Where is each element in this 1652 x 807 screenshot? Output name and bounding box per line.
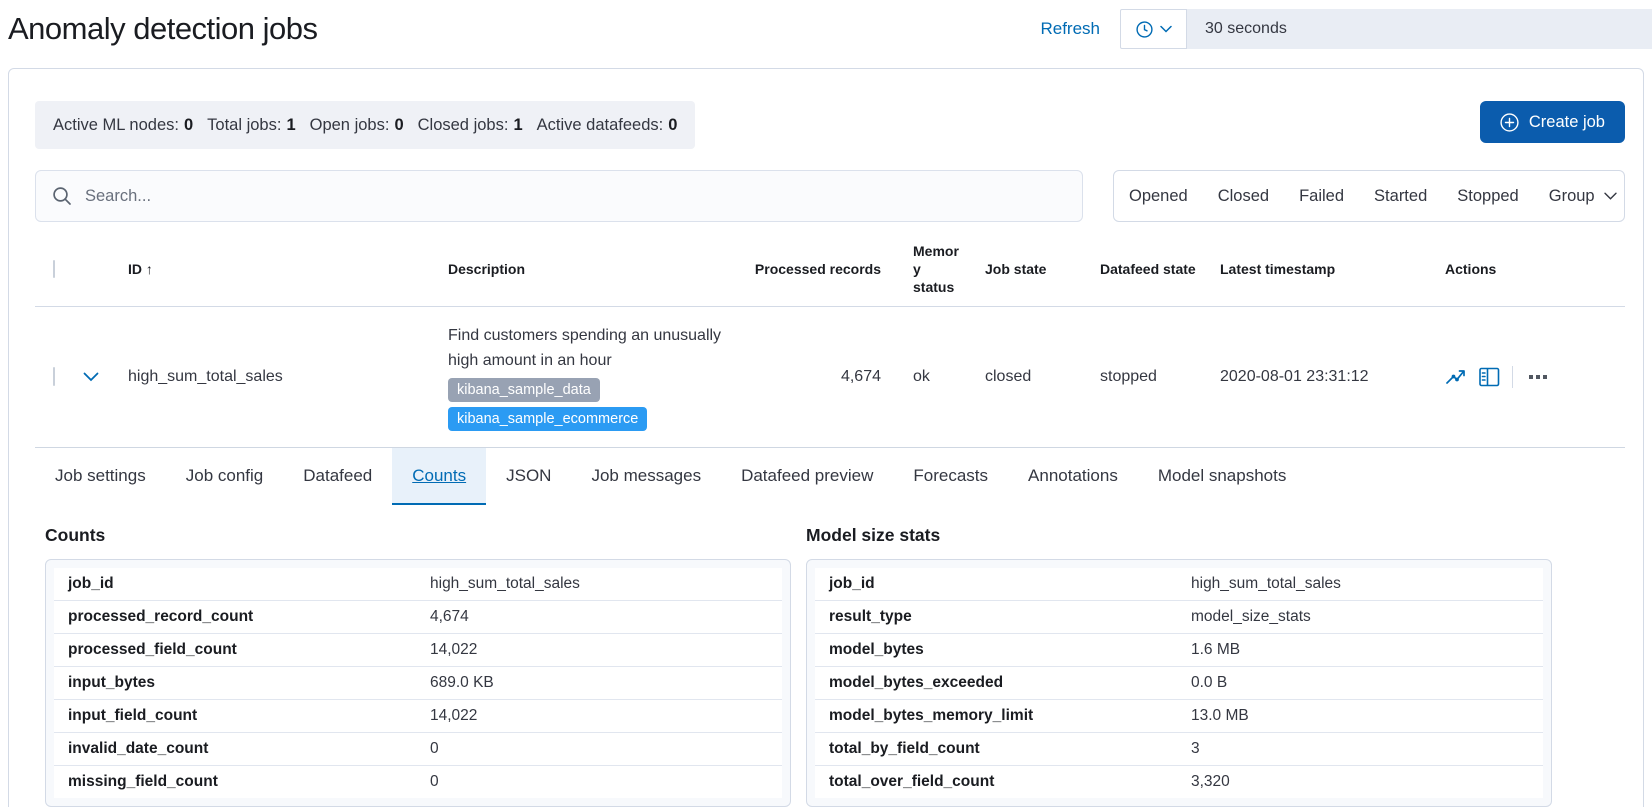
chevron-down-icon — [1160, 25, 1172, 33]
column-header-job-state[interactable]: Job state — [977, 261, 1092, 277]
kv-row: processed_field_count14,022 — [54, 634, 782, 667]
search-input[interactable]: Search... — [35, 170, 1083, 222]
row-expander-cell — [75, 372, 120, 382]
latest-timestamp-cell: 2020-08-01 23:31:12 — [1212, 368, 1437, 386]
processed-records-cell: 4,674 — [740, 368, 905, 386]
job-filter-group: Opened Closed Failed Started Stopped Gro… — [1113, 170, 1625, 222]
kv-row: model_bytes_exceeded0.0 B — [815, 667, 1543, 700]
kv-row: processed_record_count4,674 — [54, 601, 782, 634]
kv-row: total_over_field_count3,320 — [815, 766, 1543, 798]
tab-datafeed[interactable]: Datafeed — [283, 448, 392, 505]
job-id-cell[interactable]: high_sum_total_sales — [120, 368, 440, 386]
kv-row: invalid_date_count0 — [54, 733, 782, 766]
refresh-link[interactable]: Refresh — [1040, 19, 1100, 39]
filter-started-button[interactable]: Started — [1359, 171, 1442, 221]
job-table-row: high_sum_total_sales Find customers spen… — [35, 307, 1625, 448]
tab-json[interactable]: JSON — [486, 448, 571, 505]
kv-row: job_idhigh_sum_total_sales — [815, 568, 1543, 601]
job-detail-tabs: Job settings Job config Datafeed Counts … — [35, 448, 1625, 505]
filter-opened-button[interactable]: Opened — [1114, 171, 1203, 221]
create-job-label: Create job — [1529, 113, 1605, 132]
anomaly-detection-jobs-page: Anomaly detection jobs Refresh 30 second… — [0, 0, 1652, 807]
kv-row: total_by_field_count3 — [815, 733, 1543, 766]
column-header-datafeed-state[interactable]: Datafeed state — [1092, 261, 1212, 277]
select-all-checkbox[interactable] — [53, 260, 55, 278]
memory-status-cell: ok — [905, 368, 977, 386]
job-description-cell: Find customers spending an unusually hig… — [440, 323, 740, 431]
kv-row: model_bytes1.6 MB — [815, 634, 1543, 667]
stat-open-jobs: Open jobs:0 — [310, 116, 404, 135]
datafeed-state-cell: stopped — [1092, 368, 1212, 386]
stat-closed-jobs: Closed jobs:1 — [418, 116, 523, 135]
column-header-id[interactable]: ID ↑ — [120, 261, 440, 277]
model-size-stats-title: Model size stats — [806, 525, 1552, 546]
search-icon — [52, 186, 73, 207]
sort-ascending-icon: ↑ — [146, 261, 153, 277]
stat-active-ml-nodes: Active ML nodes:0 — [53, 116, 193, 135]
model-size-stats-panel: job_idhigh_sum_total_sales result_typemo… — [806, 559, 1552, 807]
kv-row: missing_field_count0 — [54, 766, 782, 798]
actions-divider — [1512, 366, 1513, 388]
summary-row: Active ML nodes:0 Total jobs:1 Open jobs… — [35, 101, 1625, 149]
row-select-cell — [35, 368, 75, 386]
counts-tab-content: Counts job_idhigh_sum_total_sales proces… — [35, 525, 1625, 807]
header-controls: Refresh 30 seconds — [1040, 9, 1652, 49]
kv-row: result_typemodel_size_stats — [815, 601, 1543, 634]
filter-closed-button[interactable]: Closed — [1203, 171, 1284, 221]
plus-circle-icon — [1500, 113, 1519, 132]
single-metric-viewer-icon[interactable] — [1445, 367, 1467, 387]
tab-model-snapshots[interactable]: Model snapshots — [1138, 448, 1307, 505]
kv-row: input_field_count14,022 — [54, 700, 782, 733]
refresh-interval-picker: 30 seconds — [1120, 9, 1652, 49]
counts-column: Counts job_idhigh_sum_total_sales proces… — [45, 525, 791, 807]
kv-row: job_idhigh_sum_total_sales — [54, 568, 782, 601]
job-description-text: Find customers spending an unusually hig… — [448, 323, 732, 373]
tab-annotations[interactable]: Annotations — [1008, 448, 1138, 505]
counts-title: Counts — [45, 525, 791, 546]
create-job-button[interactable]: Create job — [1480, 101, 1625, 143]
stat-total-jobs: Total jobs:1 — [207, 116, 295, 135]
filter-stopped-button[interactable]: Stopped — [1442, 171, 1533, 221]
counts-panel: job_idhigh_sum_total_sales processed_rec… — [45, 559, 791, 807]
tab-job-settings[interactable]: Job settings — [35, 448, 166, 505]
filter-group-label: Group — [1549, 187, 1595, 206]
anomaly-explorer-icon[interactable] — [1479, 367, 1500, 387]
interval-settings-button[interactable] — [1120, 9, 1187, 49]
kv-row: input_bytes689.0 KB — [54, 667, 782, 700]
tab-job-config[interactable]: Job config — [166, 448, 284, 505]
row-actions-cell — [1437, 366, 1625, 388]
tab-datafeed-preview[interactable]: Datafeed preview — [721, 448, 893, 505]
column-header-actions: Actions — [1437, 261, 1625, 277]
column-header-latest-timestamp[interactable]: Latest timestamp — [1212, 261, 1437, 277]
filter-failed-button[interactable]: Failed — [1284, 171, 1359, 221]
tab-job-messages[interactable]: Job messages — [571, 448, 721, 505]
select-all-cell — [35, 261, 75, 277]
row-checkbox[interactable] — [53, 367, 55, 386]
clock-icon — [1136, 21, 1153, 38]
job-stats-bar: Active ML nodes:0 Total jobs:1 Open jobs… — [35, 101, 695, 149]
stat-active-datafeeds: Active datafeeds:0 — [537, 116, 678, 135]
search-filter-row: Search... Opened Closed Failed Started S… — [35, 170, 1625, 222]
job-state-cell: closed — [977, 368, 1092, 386]
jobs-table-header: ID ↑ Description Processed records Memor… — [35, 242, 1625, 307]
refresh-interval-value[interactable]: 30 seconds — [1187, 9, 1652, 49]
page-header: Anomaly detection jobs Refresh 30 second… — [0, 0, 1652, 58]
more-actions-icon[interactable] — [1525, 371, 1551, 383]
chevron-down-icon — [1604, 192, 1617, 200]
kv-row: model_bytes_memory_limit13.0 MB — [815, 700, 1543, 733]
tab-forecasts[interactable]: Forecasts — [893, 448, 1008, 505]
content-panel: Active ML nodes:0 Total jobs:1 Open jobs… — [8, 68, 1644, 807]
tab-counts[interactable]: Counts — [392, 448, 486, 505]
group-badge[interactable]: kibana_sample_ecommerce — [448, 407, 647, 431]
group-badge[interactable]: kibana_sample_data — [448, 378, 600, 402]
column-header-processed-records[interactable]: Processed records — [740, 261, 905, 277]
search-placeholder: Search... — [85, 187, 151, 206]
model-size-stats-column: Model size stats job_idhigh_sum_total_sa… — [806, 525, 1552, 807]
filter-group-dropdown[interactable]: Group — [1534, 171, 1625, 221]
column-header-memory-status[interactable]: Memory status — [905, 242, 977, 296]
column-header-description[interactable]: Description — [440, 261, 740, 277]
row-expand-chevron-icon[interactable] — [83, 372, 99, 382]
page-title: Anomaly detection jobs — [8, 11, 318, 47]
